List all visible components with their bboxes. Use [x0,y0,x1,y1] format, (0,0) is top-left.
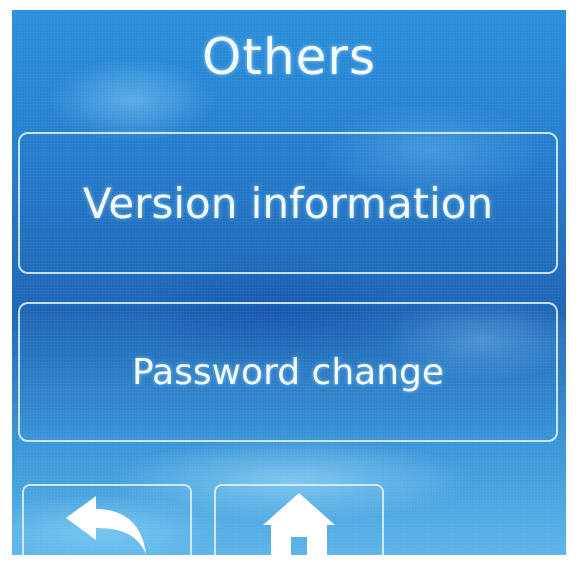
back-arrow-icon [62,492,152,555]
touchscreen: Others Version information Password chan… [12,10,566,555]
home-icon [259,489,339,555]
page-title: Others [201,28,377,86]
version-information-label: Version information [82,178,494,228]
version-information-button[interactable]: Version information [18,132,558,274]
password-change-label: Password change [131,351,445,393]
home-button[interactable] [214,484,384,555]
back-button[interactable] [22,484,192,555]
password-change-button[interactable]: Password change [18,302,558,442]
